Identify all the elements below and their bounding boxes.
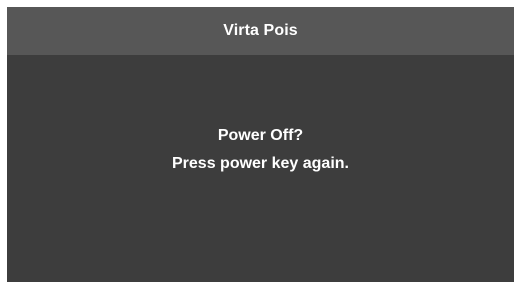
dialog-title-bar: Virta Pois (7, 7, 514, 55)
dialog-title: Virta Pois (223, 22, 298, 39)
dialog-message: Power Off? Press power key again. (7, 55, 514, 282)
power-off-question: Power Off? (217, 127, 304, 144)
power-off-dialog: Virta Pois Power Off? Press power key ag… (7, 7, 514, 282)
power-off-instruction: Press power key again. (172, 155, 349, 172)
